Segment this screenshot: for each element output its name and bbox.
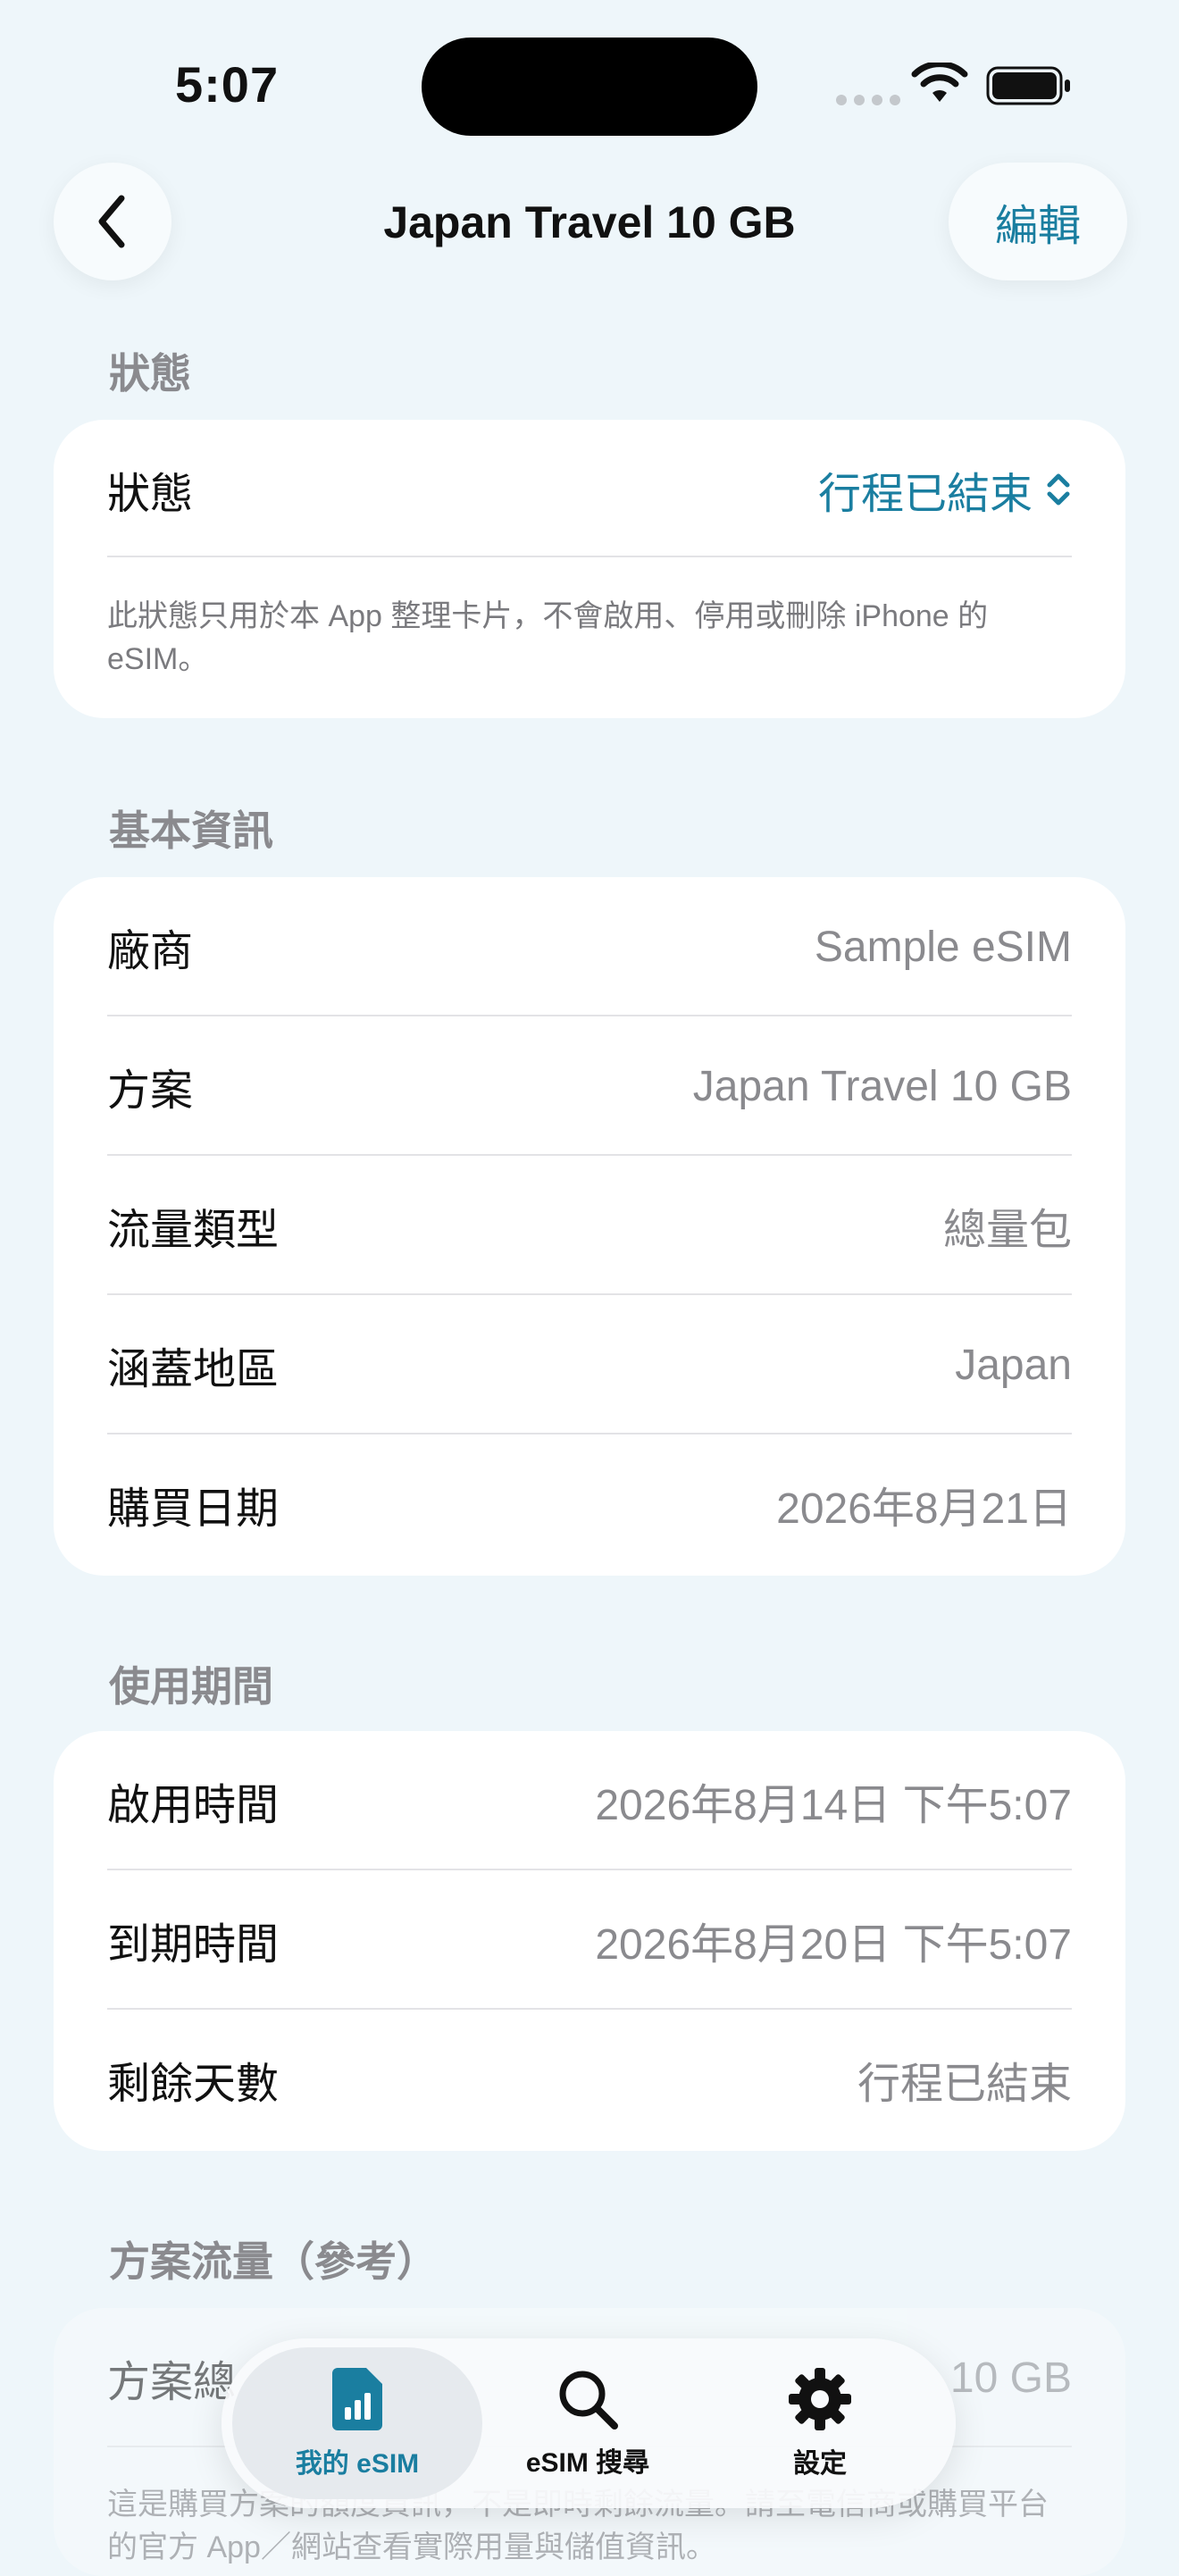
row-label: 方案 <box>107 1067 194 1115</box>
divider <box>107 556 1072 557</box>
row-label: 剩餘天數 <box>107 2061 280 2108</box>
row-value: 總量包 <box>942 1207 1072 1254</box>
battery-icon <box>986 66 1070 105</box>
status-bar: 5:07 <box>0 0 1179 152</box>
status-row[interactable]: 狀態 行程已結束 <box>107 420 1072 559</box>
section-header-data-plan: 方案流量（參考） <box>109 2238 438 2285</box>
row-value: 行程已結束 <box>857 2061 1072 2108</box>
status-card: 狀態 行程已結束 此狀態只用於本 App 整理卡片，不會啟用、停用或刪除 iPh… <box>54 420 1125 718</box>
list-item: 剩餘天數 行程已結束 <box>107 2010 1072 2149</box>
row-label: 到期時間 <box>107 1921 280 1969</box>
row-label: 流量類型 <box>107 1207 280 1254</box>
status-label: 狀態 <box>107 471 194 518</box>
row-value: Sample eSIM <box>814 923 1072 971</box>
tab-my-esim[interactable]: 我的 eSIM <box>232 2347 482 2499</box>
wifi-icon <box>911 63 968 102</box>
tab-label: 設定 <box>793 2449 847 2479</box>
navigation-bar: Japan Travel 10 GB 編輯 <box>0 161 1179 286</box>
basic-info-card: 廠商 Sample eSIM 方案 Japan Travel 10 GB 流量類… <box>54 877 1125 1576</box>
sim-card-icon <box>332 2368 382 2430</box>
status-note: 此狀態只用於本 App 整理卡片，不會啟用、停用或刪除 iPhone 的 eSI… <box>107 599 989 676</box>
list-item: 廠商 Sample eSIM <box>107 877 1072 1016</box>
cellular-signal-icon <box>836 95 900 105</box>
edit-button[interactable]: 編輯 <box>949 163 1127 280</box>
section-header-status: 狀態 <box>109 350 191 397</box>
dynamic-island <box>422 38 757 136</box>
row-value: 2026年8月14日 下午5:07 <box>595 1782 1072 1829</box>
list-item: 涵蓋地區 Japan <box>107 1295 1072 1434</box>
tab-esim-search[interactable]: eSIM 搜尋 <box>463 2347 713 2499</box>
status-value: 行程已結束 <box>817 471 1033 518</box>
row-value: Japan <box>955 1341 1072 1389</box>
section-header-period: 使用期間 <box>109 1663 273 1710</box>
period-card: 啟用時間 2026年8月14日 下午5:07 到期時間 2026年8月20日 下… <box>54 1731 1125 2151</box>
row-label: 方案總 <box>107 2359 237 2406</box>
row-label: 廠商 <box>107 928 194 975</box>
row-label: 涵蓋地區 <box>107 1346 280 1393</box>
list-item: 方案 Japan Travel 10 GB <box>107 1016 1072 1156</box>
list-item: 啟用時間 2026年8月14日 下午5:07 <box>107 1731 1072 1870</box>
tab-settings[interactable]: 設定 <box>695 2347 945 2499</box>
chevron-up-down-icon <box>1047 473 1070 506</box>
row-label: 購買日期 <box>107 1485 280 1533</box>
tab-bar: 我的 eSIM eSIM 搜尋 設定 <box>222 2338 956 2508</box>
list-item: 購買日期 2026年8月21日 <box>107 1434 1072 1574</box>
row-value: Japan Travel 10 GB <box>692 1062 1072 1110</box>
row-value: 2026年8月20日 下午5:07 <box>595 1921 1072 1969</box>
tab-label: eSIM 搜尋 <box>525 2448 650 2478</box>
row-value: 10 GB <box>949 2354 1072 2402</box>
search-icon <box>559 2371 618 2430</box>
list-item: 到期時間 2026年8月20日 下午5:07 <box>107 1870 1072 2010</box>
row-label: 啟用時間 <box>107 1782 280 1829</box>
row-value: 2026年8月21日 <box>776 1485 1072 1533</box>
status-picker[interactable]: 行程已結束 <box>818 458 1072 521</box>
status-time: 5:07 <box>175 56 280 113</box>
tab-label: 我的 eSIM <box>295 2449 420 2479</box>
section-header-basic-info: 基本資訊 <box>109 807 273 854</box>
gear-icon <box>789 2368 851 2430</box>
list-item: 流量類型 總量包 <box>107 1156 1072 1295</box>
